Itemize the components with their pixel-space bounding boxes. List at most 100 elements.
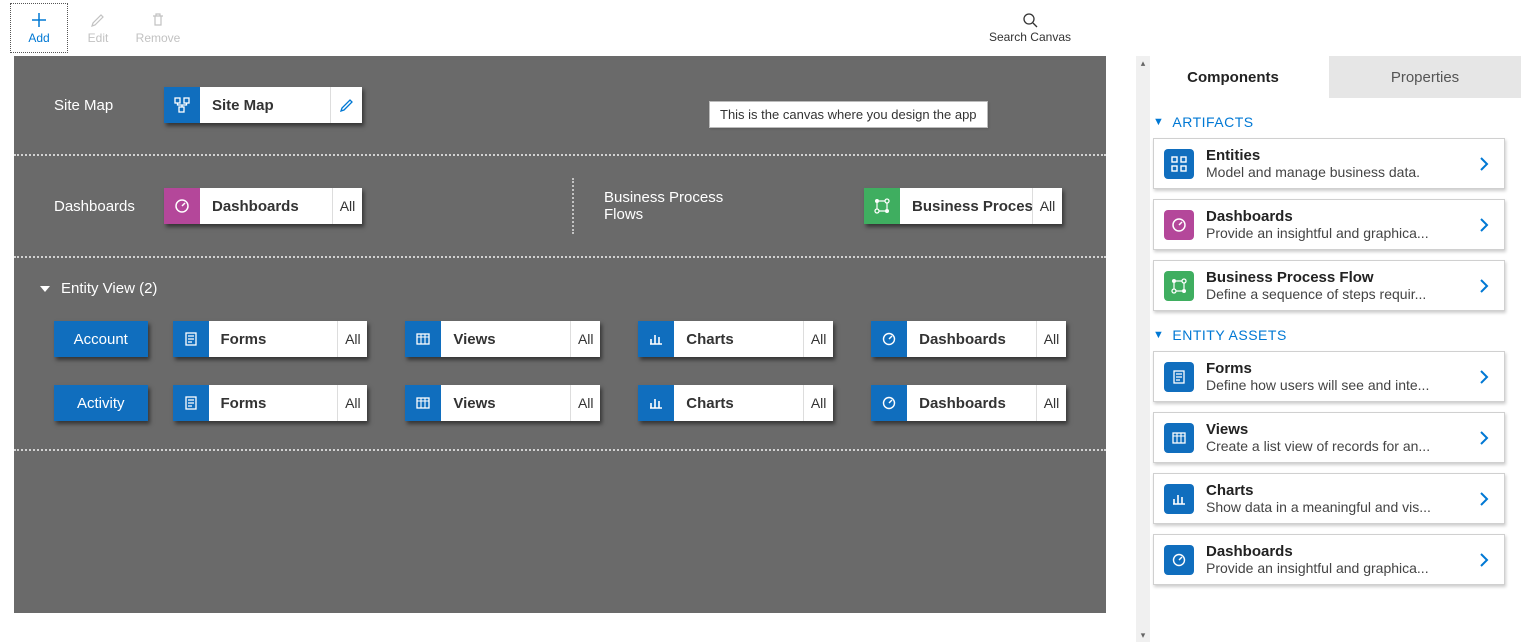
chevron-right-icon — [1474, 216, 1494, 234]
dashboards-all[interactable]: All — [332, 188, 362, 224]
card-title: Business Process Flow — [1206, 269, 1474, 286]
charts-tile[interactable]: Charts All — [638, 321, 833, 357]
card-desc: Provide an insightful and graphica... — [1206, 225, 1474, 241]
card-charts[interactable]: Charts Show data in a meaningful and vis… — [1153, 473, 1505, 524]
tile-label: Dashboards — [907, 385, 1036, 421]
tile-all[interactable]: All — [570, 385, 600, 421]
tile-all[interactable]: All — [803, 321, 833, 357]
chevron-right-icon — [1474, 155, 1494, 173]
card-title: Dashboards — [1206, 208, 1474, 225]
remove-button: Remove — [128, 3, 188, 53]
card-title: Dashboards — [1206, 543, 1474, 560]
tile-all[interactable]: All — [570, 321, 600, 357]
entity-row: Activity Forms All Views All — [14, 371, 1106, 451]
group-label: ENTITY ASSETS — [1172, 327, 1286, 343]
dashboards-tile-label: Dashboards — [200, 188, 332, 224]
chevron-right-icon — [1474, 277, 1494, 295]
edit-button: Edit — [68, 3, 128, 53]
card-title: Views — [1206, 421, 1474, 438]
bpf-all[interactable]: All — [1032, 188, 1062, 224]
trash-icon — [149, 11, 167, 29]
dashboards-tile[interactable]: Dashboards All — [871, 321, 1066, 357]
sitemap-label: Site Map — [54, 97, 164, 114]
dashboards-tile[interactable]: Dashboards All — [871, 385, 1066, 421]
tile-all[interactable]: All — [1036, 385, 1066, 421]
tab-components[interactable]: Components — [1137, 56, 1329, 98]
forms-tile[interactable]: Forms All — [173, 385, 368, 421]
bpf-label: Business Process Flows — [604, 189, 764, 223]
entity-view-header[interactable]: Entity View (2) — [14, 258, 1106, 307]
card-entities[interactable]: Entities Model and manage business data. — [1153, 138, 1505, 189]
card-title: Charts — [1206, 482, 1474, 499]
bpf-tile[interactable]: Business Proces... All — [864, 188, 1062, 224]
card-dashboards[interactable]: Dashboards Provide an insightful and gra… — [1153, 199, 1505, 250]
scroll-up-icon[interactable]: ▴ — [1136, 56, 1150, 70]
charts-tile[interactable]: Charts All — [638, 385, 833, 421]
group-header-entity-assets[interactable]: ▼ ENTITY ASSETS — [1153, 321, 1505, 351]
entity-pill-account[interactable]: Account — [54, 321, 148, 357]
card-desc: Model and manage business data. — [1206, 164, 1474, 180]
canvas[interactable]: Site Map Site Map This is the canvas whe… — [14, 56, 1106, 613]
entity-view-label: Entity View (2) — [61, 280, 157, 297]
tile-label: Dashboards — [907, 321, 1036, 357]
grid-icon — [405, 321, 441, 357]
group-header-artifacts[interactable]: ▼ ARTIFACTS — [1153, 108, 1505, 138]
tile-label: Forms — [209, 321, 338, 357]
forms-tile[interactable]: Forms All — [173, 321, 368, 357]
tab-properties[interactable]: Properties — [1329, 56, 1521, 98]
card-views[interactable]: Views Create a list view of records for … — [1153, 412, 1505, 463]
tile-all[interactable]: All — [337, 385, 367, 421]
card-desc: Show data in a meaningful and vis... — [1206, 499, 1474, 515]
entities-icon — [1164, 149, 1194, 179]
chevron-right-icon — [1474, 368, 1494, 386]
dashboards-tile[interactable]: Dashboards All — [164, 188, 362, 224]
card-title: Entities — [1206, 147, 1474, 164]
grid-icon — [1164, 423, 1194, 453]
dashboard-icon — [871, 321, 907, 357]
entity-pill-activity[interactable]: Activity — [54, 385, 148, 421]
form-icon — [173, 385, 209, 421]
dashboard-icon — [871, 385, 907, 421]
chart-icon — [1164, 484, 1194, 514]
card-bpf[interactable]: Business Process Flow Define a sequence … — [1153, 260, 1505, 311]
form-icon — [1164, 362, 1194, 392]
form-icon — [173, 321, 209, 357]
tile-all[interactable]: All — [337, 321, 367, 357]
views-tile[interactable]: Views All — [405, 321, 600, 357]
edit-label: Edit — [88, 31, 109, 45]
dashboard-icon — [1164, 210, 1194, 240]
sitemap-tile[interactable]: Site Map — [164, 87, 362, 123]
views-tile[interactable]: Views All — [405, 385, 600, 421]
card-title: Forms — [1206, 360, 1474, 377]
scroll-down-icon[interactable]: ▾ — [1136, 628, 1150, 642]
tile-all[interactable]: All — [1036, 321, 1066, 357]
search-icon — [1022, 12, 1038, 28]
entity-row: Account Forms All Views All — [14, 307, 1106, 371]
plus-icon — [30, 11, 48, 29]
canvas-tooltip: This is the canvas where you design the … — [709, 101, 988, 128]
dashboard-icon — [1164, 545, 1194, 575]
group-label: ARTIFACTS — [1172, 114, 1253, 130]
sitemap-icon — [164, 87, 200, 123]
caret-down-icon: ▼ — [1153, 329, 1164, 341]
add-label: Add — [28, 31, 49, 45]
pencil-icon — [89, 11, 107, 29]
remove-label: Remove — [136, 31, 181, 45]
scrollbar-vertical[interactable]: ▴ ▾ — [1136, 56, 1150, 642]
tile-label: Views — [441, 385, 570, 421]
toolbar: Add Edit Remove Search Canvas — [0, 0, 1521, 56]
chevron-right-icon — [1474, 490, 1494, 508]
bpf-tile-label: Business Proces... — [900, 188, 1032, 224]
chart-icon — [638, 321, 674, 357]
sitemap-edit-button[interactable] — [330, 87, 362, 123]
tile-all[interactable]: All — [803, 385, 833, 421]
chevron-right-icon — [1474, 551, 1494, 569]
card-forms[interactable]: Forms Define how users will see and inte… — [1153, 351, 1505, 402]
chevron-right-icon — [1474, 429, 1494, 447]
caret-down-icon: ▼ — [1153, 116, 1164, 128]
add-button[interactable]: Add — [10, 3, 68, 53]
search-canvas-button[interactable]: Search Canvas — [989, 3, 1071, 53]
card-desc: Provide an insightful and graphica... — [1206, 560, 1474, 576]
card-dashboards-asset[interactable]: Dashboards Provide an insightful and gra… — [1153, 534, 1505, 585]
grid-icon — [405, 385, 441, 421]
